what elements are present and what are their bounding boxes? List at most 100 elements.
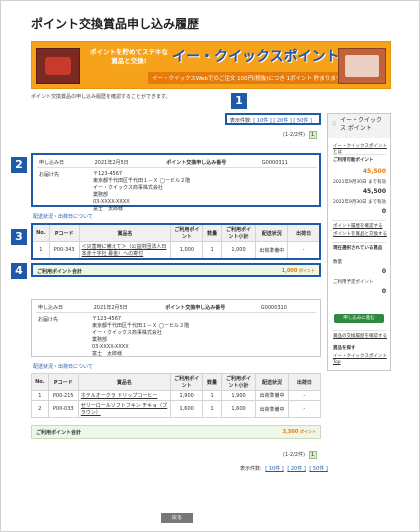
expiry-1-label: 2021年9月30日 まで有効 xyxy=(333,180,386,185)
sidebar-divider xyxy=(332,154,386,155)
col-ship: 出荷日 xyxy=(287,223,321,242)
address-line: イー・クイックス商事株式会社 xyxy=(93,185,163,191)
col-no: No. xyxy=(31,373,49,391)
pagination-info: (1-2/2件) xyxy=(283,132,305,138)
total-unit: ポイント xyxy=(300,429,316,434)
col-subtotal: ご利用ポイント小計 xyxy=(220,223,257,242)
display-50-link[interactable]: [ 50件 ] xyxy=(293,118,311,124)
cell-subtotal: 1,000 xyxy=(220,241,257,260)
point-history-link[interactable]: ポイント履歴を確認する xyxy=(333,224,383,230)
banner-gift-image xyxy=(338,48,386,84)
col-qty: 数量 xyxy=(202,223,222,242)
available-points: 45,500 xyxy=(362,168,386,175)
cell-name-link[interactable]: ＜災害時に備えて＞（公益財団法人日本赤十字社 募金）への寄付 xyxy=(78,241,172,260)
expiry-1-points: 45,500 xyxy=(362,188,386,195)
table-row: 1 P00-215 ホテルオークラ ドリップコーヒー 1,900 1 1,900… xyxy=(31,390,322,401)
total-label: ご利用ポイント合計 xyxy=(37,269,83,275)
marker-4: 4 xyxy=(11,263,27,279)
available-points-label: ご利用可能ポイント xyxy=(333,158,374,163)
sidebar-divider xyxy=(332,220,386,221)
page-title: ポイント交換賞品申し込み履歴 xyxy=(31,17,200,31)
back-button[interactable]: 戻る xyxy=(161,513,193,523)
col-pcode: Pコード xyxy=(47,373,79,391)
col-status: 配送状況 xyxy=(255,223,289,242)
total-points: 1,000 xyxy=(281,268,298,274)
col-ship: 出荷日 xyxy=(287,373,322,391)
display-10-link[interactable]: [ 10件 ] xyxy=(265,466,283,472)
display-20-link[interactable]: [ 20件 ] xyxy=(287,466,305,472)
col-points: ご利用ポイント xyxy=(170,223,204,242)
cell-pcode: P00-033 xyxy=(47,400,79,418)
table-header-row: No. Pコード 賞品名 ご利用ポイント 数量 ご利用ポイント小計 配送状況 出… xyxy=(31,223,321,242)
address-line: イー・クイックス商事株式会社 xyxy=(92,330,162,336)
exchange-history-link[interactable]: 賞品の交換履歴を確認する xyxy=(333,334,387,340)
cell-qty: 1 xyxy=(202,390,222,401)
table-row: 2 P00-033 ゼリーロールソフトフキン チキョ（ブラウン） 1,600 1… xyxy=(31,400,322,418)
address-line: 業務部 xyxy=(92,337,108,343)
cell-status: 出荷準備中 xyxy=(255,390,289,401)
banner-product-image xyxy=(36,48,80,84)
cell-name-link[interactable]: ゼリーロールソフトフキン チキョ（ブラウン） xyxy=(77,400,172,418)
points-sidebar: ♢ イー・クイックス ポイント イー・クイックスポイントとは ご利用可能ポイント… xyxy=(327,113,391,371)
cell-qty: 1 xyxy=(202,241,222,260)
page-number-button[interactable]: 1 xyxy=(308,451,317,459)
banner-subcopy: イー・クイックスWebでのご注文 100円(税抜)につき 1ポイント 貯まります… xyxy=(148,72,348,84)
sidebar-divider xyxy=(332,330,386,331)
ship-address: 〒123-4567 東京都千代田区千代田１－Ｘ ◯ービル２階 イー・クイックス商… xyxy=(93,171,190,213)
intro-text: ポイント交換賞品の申し込み履歴を確認することができます。 xyxy=(31,94,171,100)
total-unit: ポイント xyxy=(299,268,315,273)
order-2-total-bar: ご利用ポイント合計 3,500 ポイント xyxy=(31,425,321,439)
address-line: 業務部 xyxy=(93,192,109,198)
marker-2: 2 xyxy=(11,157,27,173)
cell-points: 1,600 xyxy=(170,400,204,418)
order-card-1: 申し込み日 2021年2月5日 ポイント交換申し込み番号 G0000311 お届… xyxy=(31,153,321,212)
ship-address: 〒123-4567 東京都千代田区千代田１－Ｘ ◯ービル２階 イー・クイックス商… xyxy=(92,316,189,358)
exchange-points-link[interactable]: ポイントを賞品と交換する xyxy=(333,232,387,238)
col-pcode: Pコード xyxy=(48,223,80,242)
shipping-status-link[interactable]: 配送状況・出荷日について xyxy=(33,213,93,220)
marker-1: 1 xyxy=(231,93,247,109)
cell-points: 1,000 xyxy=(170,241,204,260)
address-line: 〒123-4567 xyxy=(93,171,123,177)
proceed-to-apply-button[interactable]: 申し込みに進む xyxy=(334,314,384,323)
order-number: G0000311 xyxy=(261,160,288,166)
order-number: G0000310 xyxy=(260,305,287,311)
cell-subtotal: 1,600 xyxy=(220,400,257,418)
pagination-info: (1-2/2件) xyxy=(283,452,305,458)
order-date-label: 申し込み日 xyxy=(38,305,64,311)
points-top-link[interactable]: イー・クイックスポイントTop xyxy=(333,354,390,366)
divider xyxy=(36,312,316,313)
cell-status: 出荷準備中 xyxy=(255,400,289,418)
points-icon: ♢ xyxy=(331,120,338,128)
cell-pcode: P00-215 xyxy=(47,390,79,401)
address-line: 東京都千代田区千代田１－Ｘ ◯ービル２階 xyxy=(92,323,190,329)
points-banner[interactable]: ポイントを貯めてステキな賞品と交換! イー・クイックスポイント イー・クイックス… xyxy=(31,41,391,89)
display-10-link[interactable]: [ 10件 ] xyxy=(253,118,271,124)
cell-ship: - xyxy=(287,241,321,260)
order-date: 2021年2月5日 xyxy=(94,160,129,166)
order-card-2: 申し込み日 2021年2月5日 ポイント交換申し込み番号 G0000310 お届… xyxy=(31,299,321,357)
sidebar-title: イー・クイックス ポイント xyxy=(340,117,383,132)
expiry-2-points: 0 xyxy=(381,208,386,215)
cell-status: 出荷準備中 xyxy=(255,241,289,260)
display-20-link[interactable]: [ 20件 ] xyxy=(273,118,291,124)
quantity-label: 数量 xyxy=(333,260,342,265)
order-number-label: ポイント交換申し込み番号 xyxy=(166,160,227,166)
col-points: ご利用ポイント xyxy=(170,373,204,391)
page-number-button[interactable]: 1 xyxy=(308,131,317,139)
cell-subtotal: 1,900 xyxy=(220,390,257,401)
cell-points: 1,900 xyxy=(170,390,204,401)
order-1-total-bar: ご利用ポイント合計 1,000 ポイント xyxy=(31,263,321,277)
display-50-link[interactable]: [ 50件 ] xyxy=(309,466,327,472)
shipping-status-link[interactable]: 配送状況・出荷日について xyxy=(33,363,93,370)
col-name: 賞品名 xyxy=(77,373,172,391)
order-2-items-table: No. Pコード 賞品名 ご利用ポイント 数量 ご利用ポイント小計 配送状況 出… xyxy=(31,373,322,418)
pagination-top: (1-2/2件) 1 xyxy=(283,131,317,139)
address-line: 富士 太郎様 xyxy=(93,206,124,212)
cell-name-link[interactable]: ホテルオークラ ドリップコーヒー xyxy=(77,390,172,401)
order-date-label: 申し込み日 xyxy=(39,160,65,166)
selected-prizes-label: 現在選択されている賞品 xyxy=(333,246,383,251)
banner-brand: イー・クイックスポイント xyxy=(172,49,340,65)
display-count-selector-bottom: 表示件数: [ 10件 ] [ 20件 ] [ 50件 ] xyxy=(239,465,329,472)
banner-catch-copy: ポイントを貯めてステキな賞品と交換! xyxy=(90,48,168,65)
